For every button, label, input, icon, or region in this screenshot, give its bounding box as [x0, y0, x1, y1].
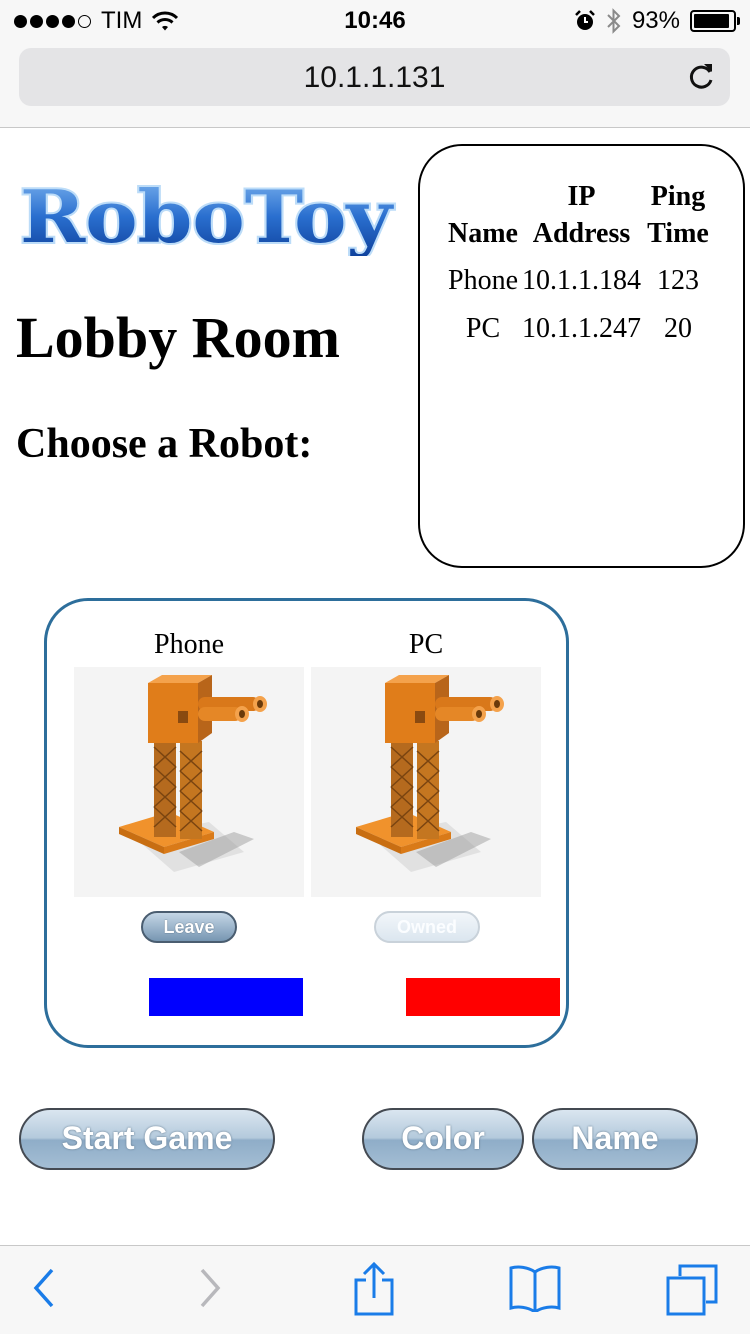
- players-table: Name IP Address Ping Time Phone 10.1.1.1…: [446, 178, 713, 354]
- reload-icon[interactable]: [686, 60, 716, 92]
- robot-color-swatch-phone: [149, 978, 303, 1016]
- color-button[interactable]: Color: [362, 1108, 524, 1170]
- player-name: Phone: [448, 265, 518, 296]
- table-row: PC 10.1.1.247 20: [446, 306, 713, 354]
- battery-level-fill: [694, 14, 730, 28]
- battery-percent: 93%: [631, 7, 680, 34]
- players-header-row: Name IP Address Ping Time: [446, 178, 713, 258]
- robot-name: PC: [408, 629, 444, 660]
- players-panel: Name IP Address Ping Time Phone 10.1.1.1…: [418, 144, 745, 568]
- address-bar[interactable]: 10.1.1.131: [19, 48, 730, 106]
- browser-address-area: 10.1.1.131: [0, 40, 750, 128]
- page-subtitle: Choose a Robot:: [16, 421, 313, 467]
- url-text[interactable]: 10.1.1.131: [19, 61, 730, 95]
- player-ping: 20: [664, 313, 692, 344]
- status-bar: TIM 10:46 93%: [0, 0, 750, 40]
- logo-text: RoboToy: [20, 178, 394, 256]
- owned-button: Owned: [374, 911, 480, 943]
- page-title: Lobby Room: [16, 305, 340, 370]
- robot-card-phone[interactable]: Phone: [74, 629, 304, 897]
- bookmarks-icon[interactable]: [508, 1264, 562, 1312]
- robot-image[interactable]: [74, 667, 304, 897]
- table-row: Phone 10.1.1.184 123: [446, 258, 713, 306]
- header-ping-time: Ping Time: [647, 181, 709, 249]
- battery-icon: [690, 10, 740, 32]
- name-button[interactable]: Name: [532, 1108, 698, 1170]
- bluetooth-icon: [607, 8, 621, 34]
- header-name: Name: [448, 218, 518, 249]
- player-ping: 123: [657, 265, 699, 296]
- leave-button[interactable]: Leave: [141, 911, 237, 943]
- alarm-icon: [575, 10, 595, 30]
- player-name: PC: [465, 313, 501, 344]
- share-icon[interactable]: [352, 1260, 396, 1316]
- robot-card-pc[interactable]: PC: [311, 629, 541, 897]
- robot-image[interactable]: [311, 667, 541, 897]
- start-game-button[interactable]: Start Game: [19, 1108, 275, 1170]
- back-icon[interactable]: [30, 1266, 58, 1310]
- status-right: 93%: [574, 7, 740, 35]
- robot-illustration: [356, 675, 504, 872]
- robot-selection-panel: Phone PC Leave Owned: [44, 598, 569, 1048]
- player-ip: 10.1.1.247: [522, 313, 641, 344]
- header-ip-address: IP Address: [532, 181, 631, 249]
- browser-toolbar: [0, 1245, 750, 1334]
- tabs-icon[interactable]: [666, 1264, 718, 1316]
- robot-name: Phone: [154, 629, 224, 660]
- robotoy-logo: RoboToy: [18, 178, 396, 256]
- forward-icon: [200, 1268, 221, 1308]
- robot-illustration: [119, 675, 267, 872]
- player-ip: 10.1.1.184: [522, 265, 641, 296]
- robot-color-swatch-pc: [406, 978, 560, 1016]
